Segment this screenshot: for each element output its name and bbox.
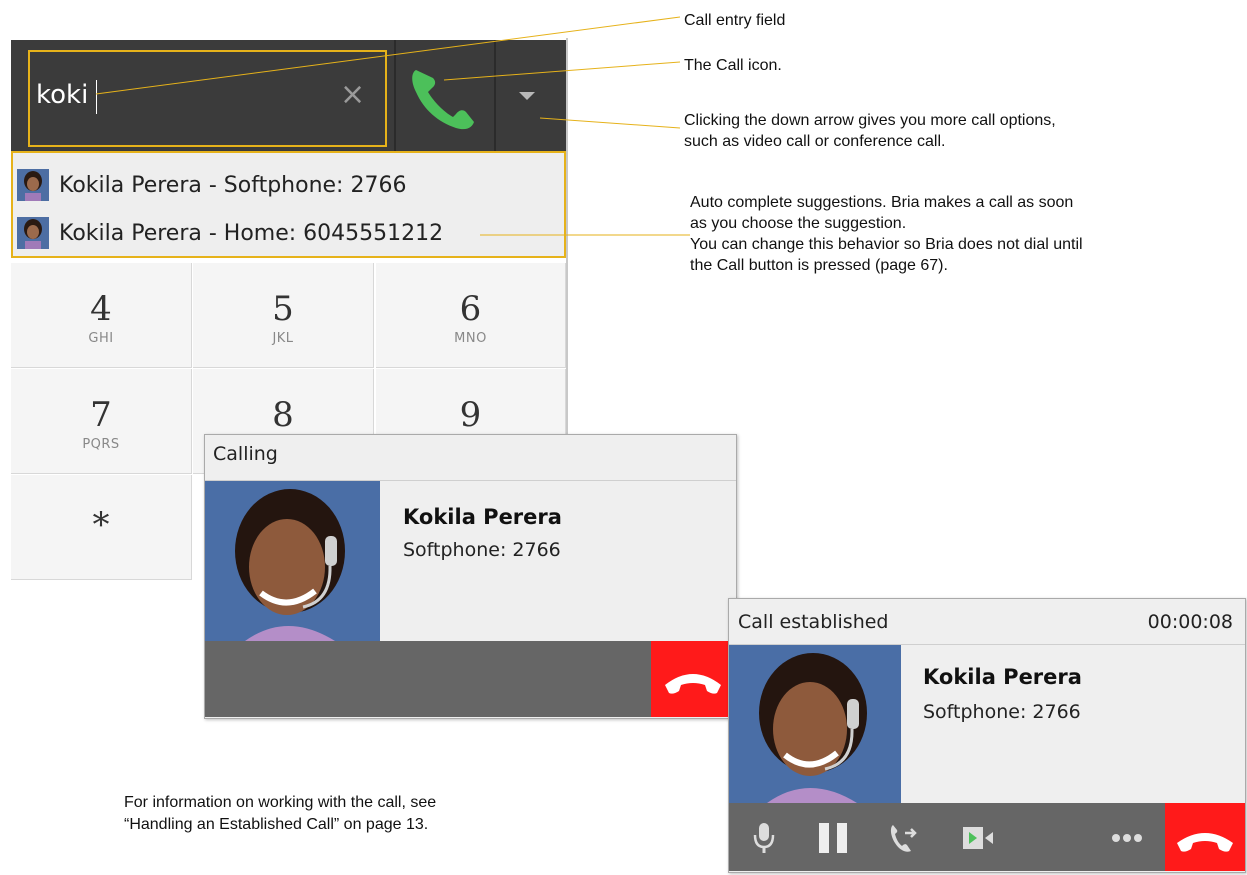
callout-autocomplete: Auto complete suggestions. Bria makes a … bbox=[690, 192, 1083, 276]
callout-call-icon: The Call icon. bbox=[684, 57, 782, 74]
info-note: For information on working with the call… bbox=[124, 792, 436, 836]
callout-line: Auto complete suggestions. Bria makes a … bbox=[690, 194, 1074, 211]
note-line: For information on working with the call… bbox=[124, 794, 437, 811]
callout-line: as you choose the suggestion. bbox=[690, 215, 907, 232]
callout-down-arrow: Clicking the down arrow gives you more c… bbox=[684, 110, 1056, 152]
callout-line: the Call button is pressed (page 67). bbox=[690, 257, 948, 274]
note-line: “Handling an Established Call” on page 1… bbox=[124, 816, 429, 833]
callout-entry-field: Call entry field bbox=[684, 12, 786, 29]
callout-line: Clicking the down arrow gives you more c… bbox=[684, 112, 1056, 129]
callout-line: such as video call or conference call. bbox=[684, 133, 946, 150]
callout-line: You can change this behavior so Bria doe… bbox=[690, 236, 1083, 253]
callout-lines bbox=[95, 16, 690, 236]
